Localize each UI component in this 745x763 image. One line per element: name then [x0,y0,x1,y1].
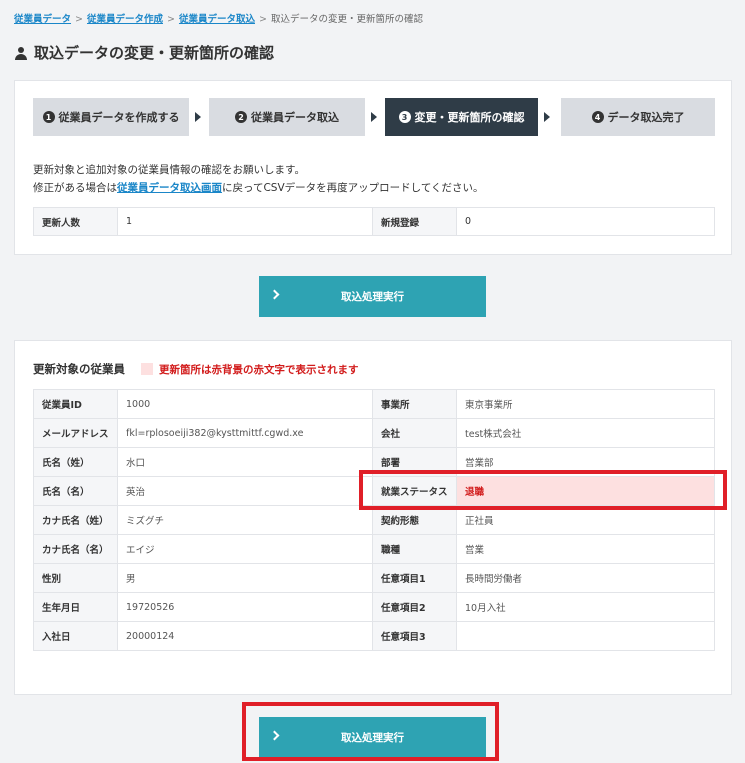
breadcrumb: 従業員データ > 従業員データ作成 > 従業員データ取込 > 取込データの変更・更新箇所の確… [14,11,423,25]
legend-swatch [141,363,153,375]
field-label: 従業員ID [33,389,118,419]
chevron-right-icon [269,289,280,300]
field-value: 英治 [117,476,373,506]
field-value [456,621,715,651]
legend-text: 更新箇所は赤背景の赤文字で表示されます [159,363,359,376]
new-count-value: 0 [456,207,715,236]
table-row: カナ氏名（名） エイジ 職種 営業 [33,534,715,564]
field-label: 性別 [33,563,118,593]
breadcrumb-separator: > [258,14,267,25]
field-label: カナ氏名（姓） [33,505,118,535]
field-label: 任意項目2 [372,592,457,622]
field-label: 生年月日 [33,592,118,622]
import-screen-link[interactable]: 従業員データ取込画面 [117,182,222,194]
step-number: 4 [591,111,604,123]
step-arrow-icon [371,112,377,122]
table-row: 従業員ID 1000 事業所 東京事業所 [33,389,715,419]
execute-import-button[interactable]: 取込処理実行 [259,276,486,317]
field-label: カナ氏名（名） [33,534,118,564]
field-value: fkl=rplosoeiji382@kysttmittf.cgwd.xe [117,418,373,448]
step-3: 3 変更・更新箇所の確認 [385,98,538,136]
update-count-value: 1 [117,207,373,236]
info-line-2-post: に戻ってCSVデータを再度アップロードしてください。 [222,182,484,194]
field-value: 10月入社 [456,592,715,622]
step-label: 従業員データを作成する [58,111,180,124]
step-number: 3 [398,111,411,123]
field-label: 職種 [372,534,457,564]
field-value: 19720526 [117,592,373,622]
table-row: 性別 男 任意項目1 長時間労働者 [33,563,715,593]
step-2: 2 従業員データ取込 [209,98,365,136]
field-value: 長時間労働者 [456,563,715,593]
employee-table: 従業員ID 1000 事業所 東京事業所 メールアドレス fkl=rplosoe… [33,389,715,651]
table-row: メールアドレス fkl=rplosoeiji382@kysttmittf.cgw… [33,418,715,448]
annotation-highlight-box [359,470,727,510]
field-value: 20000124 [117,621,373,651]
table-row: 生年月日 19720526 任意項目2 10月入社 [33,592,715,622]
field-value: 水口 [117,447,373,477]
field-label: 氏名（名） [33,476,118,506]
step-arrow-icon [544,112,550,122]
breadcrumb-current: 取込データの変更・更新箇所の確認 [270,14,423,25]
field-value: 1000 [117,389,373,419]
step-number: 2 [235,111,247,123]
confirm-card: 1 従業員データを作成する 2 従業員データ取込 3 変更・更新箇所の確認 4 データ取… [14,80,732,255]
field-value: ミズグチ [117,505,373,535]
info-line-1: 更新対象と追加対象の従業員情報の確認をお願いします。 [33,164,305,176]
step-indicator: 1 従業員データを作成する 2 従業員データ取込 3 変更・更新箇所の確認 4 データ取… [33,98,715,136]
step-label: データ取込完了 [607,111,685,124]
field-label: 会社 [372,418,457,448]
field-label: 任意項目3 [372,621,457,651]
summary-row: 更新人数 1 新規登録 0 [33,207,715,236]
new-count-label: 新規登録 [372,207,457,236]
step-1: 1 従業員データを作成する [33,98,189,136]
breadcrumb-separator: > [75,14,83,25]
execute-import-label: 取込処理実行 [341,291,404,303]
field-label: 入社日 [33,621,118,651]
breadcrumb-link-employee-data[interactable]: 従業員データ [14,14,71,25]
employee-section-title: 更新対象の従業員 [33,362,125,376]
field-value: 男 [117,563,373,593]
employee-card: 更新対象の従業員 更新箇所は赤背景の赤文字で表示されます 従業員ID 1000 … [14,340,732,695]
field-label: 氏名（姓） [33,447,118,477]
info-line-2-pre: 修正がある場合は [33,182,117,194]
update-count-label: 更新人数 [33,207,118,236]
table-row: 入社日 20000124 任意項目3 [33,621,715,651]
info-text: 更新対象と追加対象の従業員情報の確認をお願いします。 修正がある場合は従業員デー… [33,161,484,197]
field-value: 東京事業所 [456,389,715,419]
step-label: 従業員データ取込 [251,111,339,124]
field-value: エイジ [117,534,373,564]
info-line-2: 修正がある場合は従業員データ取込画面に戻ってCSVデータを再度アップロードしてく… [33,179,484,197]
field-label: 事業所 [372,389,457,419]
breadcrumb-link-employee-import[interactable]: 従業員データ取込 [179,14,255,25]
person-icon [14,46,28,60]
field-value: 営業 [456,534,715,564]
step-label: 変更・更新箇所の確認 [414,111,525,124]
field-value: test株式会社 [456,418,715,448]
employee-section-header: 更新対象の従業員 更新箇所は赤背景の赤文字で表示されます [33,361,359,377]
field-label: 任意項目1 [372,563,457,593]
step-arrow-icon [195,112,201,122]
breadcrumb-separator: > [167,14,175,25]
step-4: 4 データ取込完了 [561,98,715,136]
breadcrumb-link-employee-create[interactable]: 従業員データ作成 [87,14,163,25]
field-label: メールアドレス [33,418,118,448]
page-title: 取込データの変更・更新箇所の確認 [14,42,274,63]
annotation-highlight-box [242,702,499,761]
page-title-text: 取込データの変更・更新箇所の確認 [34,44,275,62]
step-number: 1 [42,111,55,123]
summary-table: 更新人数 1 新規登録 0 [33,207,715,236]
